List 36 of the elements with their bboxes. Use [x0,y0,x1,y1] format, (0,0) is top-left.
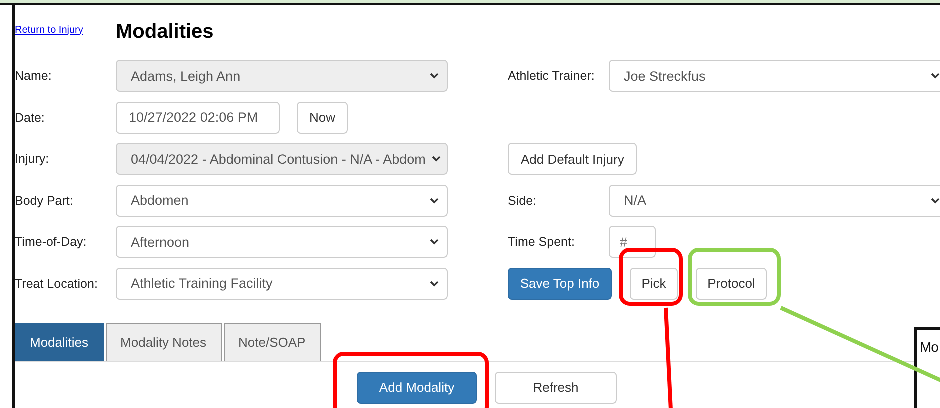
dropdown[interactable]: Afternoon [116,226,448,258]
chevron-icon [430,73,439,79]
dropdown[interactable]: Abdomen [116,184,448,216]
field-label: Treat Location: [15,276,99,290]
field-label: Date: [15,110,46,124]
panel-title: Mo [920,339,938,355]
chevron-icon [432,156,441,162]
field-label: Side: [508,194,538,208]
chevron-icon [430,198,439,204]
field-label: Time Spent: [508,235,576,249]
chevron-icon [931,73,940,79]
button[interactable]: Save Top Info [508,268,612,300]
field-label: Athletic Trainer: [508,69,596,83]
field-label: Body Part: [15,194,74,208]
now-button[interactable]: Now [297,102,348,134]
add-default-injury-button[interactable]: Add Default Injury [508,143,638,175]
button[interactable]: Refresh [495,372,617,404]
dropdown[interactable]: N/A [609,184,940,216]
button[interactable]: Add Modality [357,372,477,404]
chevron-icon [430,280,439,286]
dropdown[interactable]: Joe Streckfus [609,60,940,92]
tab[interactable]: Note/SOAP [224,322,321,360]
field-label: Injury: [15,152,50,166]
tab[interactable]: Modalities [15,322,104,360]
chevron-icon [931,198,940,204]
return-link[interactable]: Return to Injury [15,24,116,36]
dropdown[interactable]: Athletic Training Facility [116,268,448,300]
field-label: Time-of-Day: [15,235,88,249]
page-title: Modalities [116,20,214,44]
button[interactable]: Protocol [696,268,767,300]
chevron-icon [430,239,439,245]
field-label: Name: [15,69,53,83]
date-field[interactable]: 10/27/2022 02:06 PM [116,102,280,134]
time-spent-field[interactable]: # [609,226,656,258]
tab[interactable]: Modality Notes [106,322,222,360]
button[interactable]: Pick [630,268,678,300]
